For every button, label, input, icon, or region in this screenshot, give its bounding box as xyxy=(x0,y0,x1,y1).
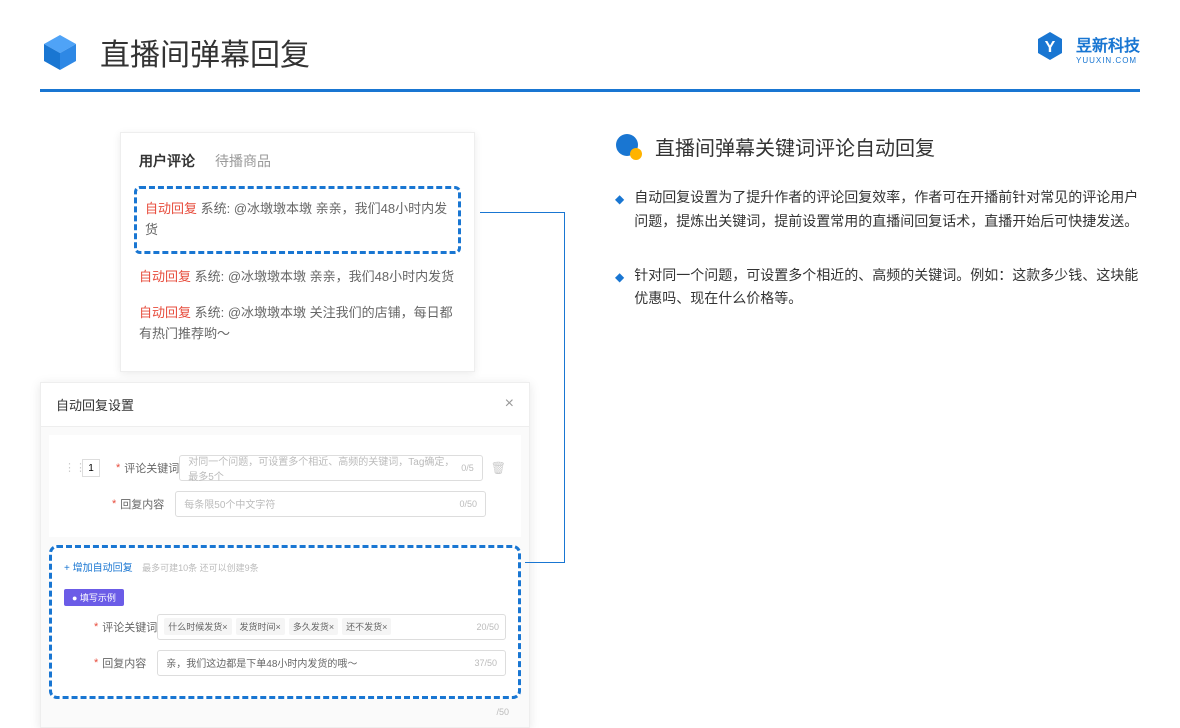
comments-panel: 用户评论 待播商品 自动回复 系统: @冰墩墩本墩 亲亲，我们48小时内发货 自… xyxy=(120,132,475,372)
cube-icon xyxy=(40,32,80,72)
comment-row: 自动回复 系统: @冰墩墩本墩 亲亲，我们48小时内发货 xyxy=(139,259,456,296)
drag-handle-icon[interactable]: ⋮⋮ xyxy=(64,461,76,474)
brand-name: 昱新科技 xyxy=(1076,32,1140,56)
example-box: + 增加自动回复 最多可建10条 还可以创建9条 ● 填写示例 * 评论关键词 … xyxy=(49,545,521,699)
close-icon[interactable]: × xyxy=(505,395,514,413)
svg-text:Y: Y xyxy=(1045,39,1056,56)
comment-row: 自动回复 系统: @冰墩墩本墩 关注我们的店铺，每日都有热门推荐哟～ xyxy=(139,295,456,353)
row-number: 1 xyxy=(82,459,100,477)
settings-title: 自动回复设置 xyxy=(56,395,134,414)
auto-reply-tag: 自动回复 xyxy=(145,201,197,216)
brand-sub: YUUXIN.COM xyxy=(1076,56,1140,65)
auto-reply-tag: 自动回复 xyxy=(139,305,191,320)
example-content-input[interactable]: 亲，我们这边都是下单48小时内发货的哦～ 37/50 xyxy=(157,650,506,676)
example-tag-input[interactable]: 什么时候发货× 发货时间× 多久发货× 还不发货× 20/50 xyxy=(157,614,506,640)
page-title: 直播间弹幕回复 xyxy=(100,30,310,74)
diamond-icon: ◆ xyxy=(615,189,624,234)
chat-bubble-icon xyxy=(615,133,643,161)
diamond-icon: ◆ xyxy=(615,267,624,312)
divider xyxy=(40,89,1140,92)
ex-keyword-label: 评论关键词 xyxy=(102,619,157,635)
content-label: 回复内容 xyxy=(120,496,175,512)
brand-logo: Y 昱新科技 YUUXIN.COM xyxy=(1032,30,1140,66)
add-reply-link[interactable]: + 增加自动回复 xyxy=(64,559,133,574)
comment-row-highlighted: 自动回复 系统: @冰墩墩本墩 亲亲，我们48小时内发货 xyxy=(134,186,461,254)
tab-products[interactable]: 待播商品 xyxy=(215,151,271,171)
bullet-item: ◆ 针对同一个问题，可设置多个相近的、高频的关键词。例如：这款多少钱、这块能优惠… xyxy=(615,264,1140,312)
content-input[interactable]: 每条限50个中文字符 0/50 xyxy=(175,491,486,517)
auto-reply-tag: 自动回复 xyxy=(139,269,191,284)
outer-count: /50 xyxy=(41,707,529,727)
example-badge: ● 填写示例 xyxy=(64,589,124,606)
tab-comments[interactable]: 用户评论 xyxy=(139,151,195,171)
bullet-item: ◆ 自动回复设置为了提升作者的评论回复效率，作者可在开播前针对常见的评论用户问题… xyxy=(615,186,1140,234)
hint-text: 最多可建10条 还可以创建9条 xyxy=(142,563,259,573)
ex-content-label: 回复内容 xyxy=(102,655,157,671)
keyword-input[interactable]: 对同一个问题，可设置多个相近、高频的关键词，Tag确定，最多5个 0/5 xyxy=(179,455,482,481)
settings-panel: 自动回复设置 × ⋮⋮ 1 * 评论关键词 对同一个问题，可设置多个相近、高频的… xyxy=(40,382,530,728)
section-title: 直播间弹幕关键词评论自动回复 xyxy=(655,132,935,161)
trash-icon[interactable]: 🗑 xyxy=(491,461,506,475)
required-dot: * xyxy=(112,498,116,510)
keyword-label: 评论关键词 xyxy=(124,460,179,476)
required-dot: * xyxy=(116,462,120,474)
